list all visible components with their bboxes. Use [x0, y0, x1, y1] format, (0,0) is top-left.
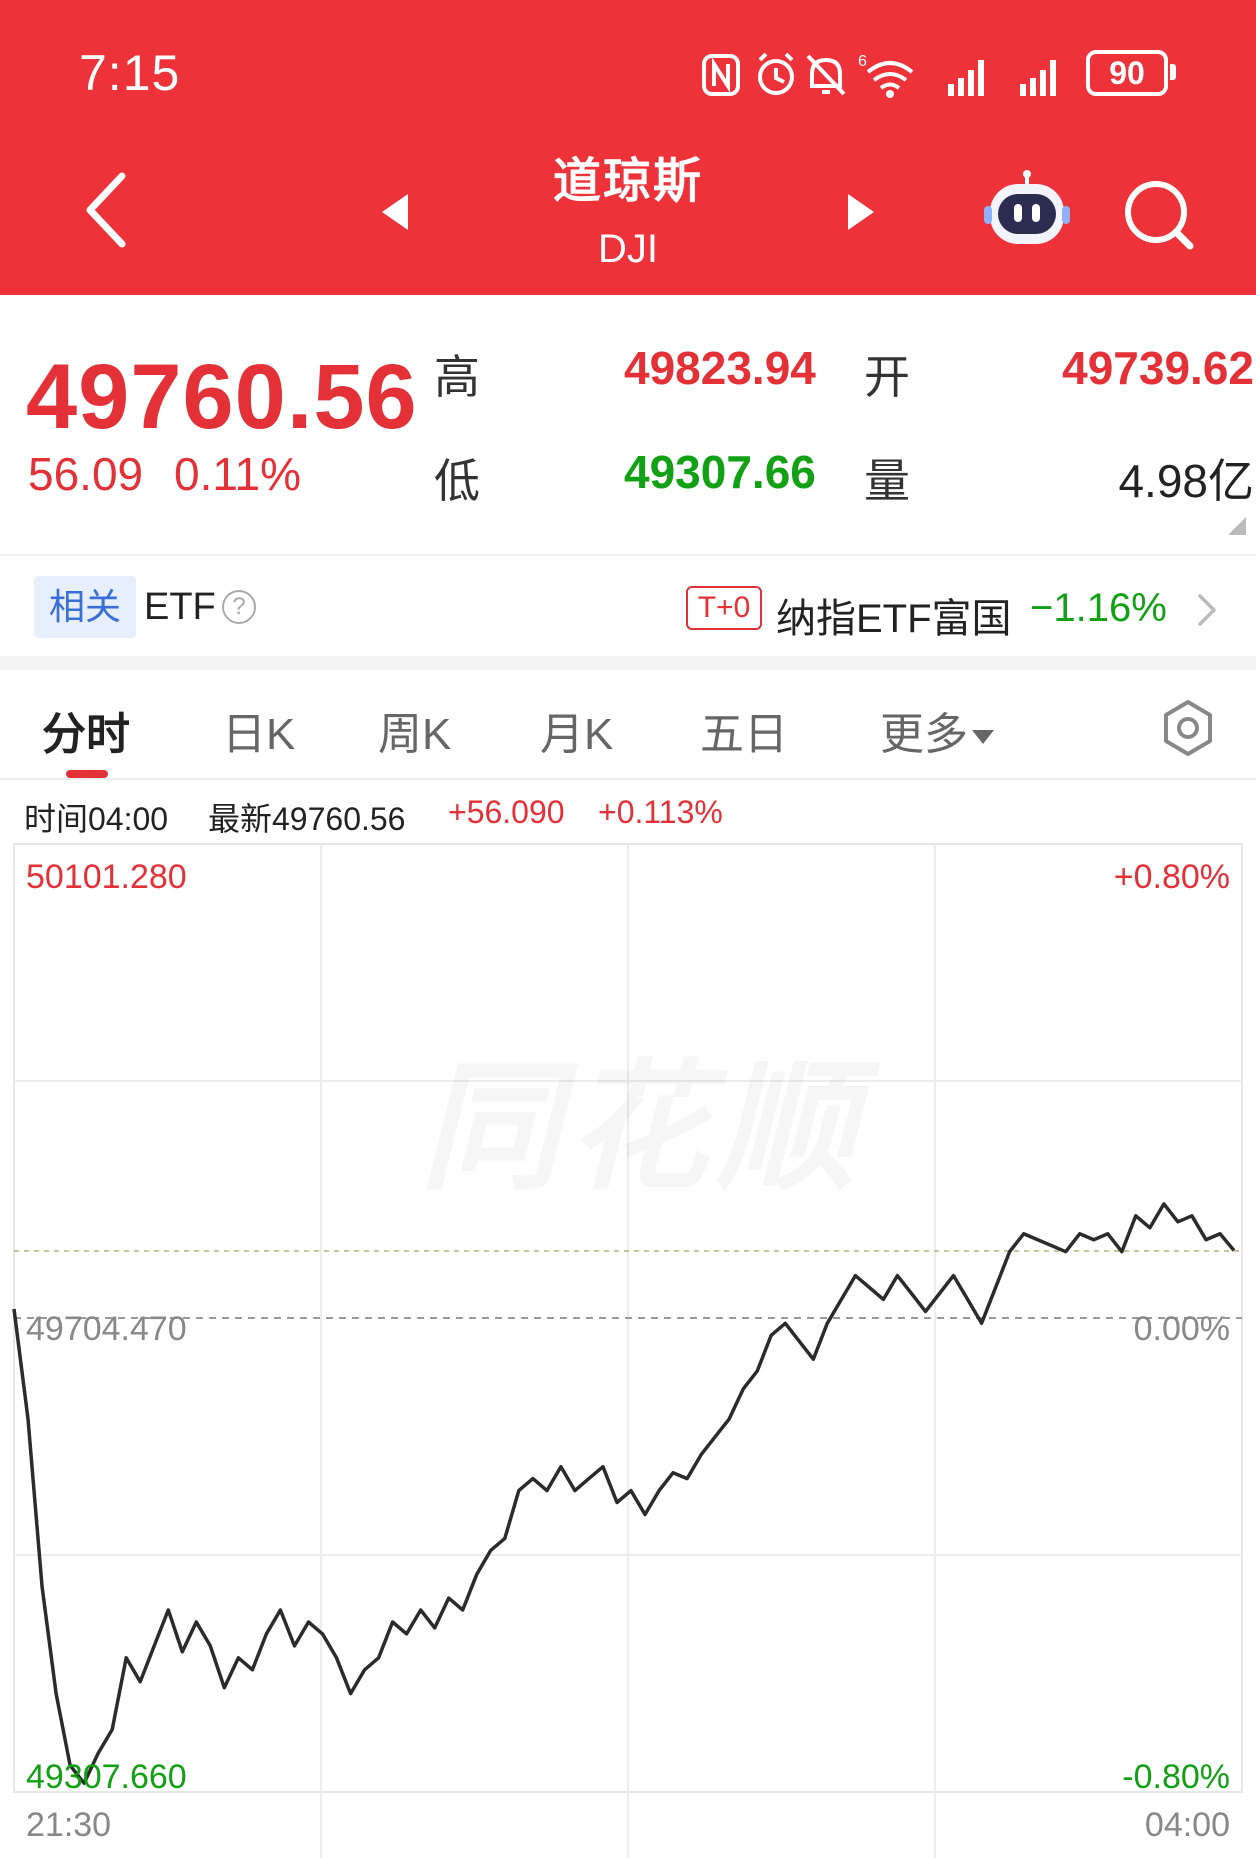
start-time-label: 21:30 — [26, 1806, 112, 1844]
settings-icon[interactable] — [1158, 698, 1218, 758]
info-latest: 最新49760.56 — [208, 801, 406, 837]
etf-change-pct: −1.16% — [1030, 586, 1167, 630]
lower-price-label: 49307.660 — [26, 1758, 187, 1796]
tab-more[interactable]: 更多 — [880, 698, 994, 762]
active-tab-indicator — [66, 770, 108, 778]
watermark: 同花顺 — [420, 1015, 864, 1217]
help-icon[interactable]: ? — [222, 590, 256, 624]
crosshair-info: 时间04:00 最新49760.56 +56.090 +0.113% — [0, 780, 1256, 844]
robot-assistant-icon[interactable] — [984, 170, 1070, 250]
chevron-right-icon[interactable] — [1194, 592, 1220, 628]
lower-pct-label: -0.80% — [1122, 1758, 1230, 1796]
status-glyphs: 6 — [702, 52, 1056, 98]
base-pct-label: 0.00% — [1133, 1310, 1230, 1348]
mute-bell-icon — [806, 54, 846, 96]
etf-label: ETF — [144, 586, 216, 628]
battery-indicator: 90 — [1086, 50, 1168, 96]
related-etf-row[interactable]: 相关 ETF ? T+0 纳指ETF富国 −1.16% — [0, 556, 1256, 656]
info-change: +56.090 — [448, 794, 565, 830]
volume-value: 4.98亿 — [1118, 455, 1254, 507]
wifi-icon — [866, 61, 914, 98]
info-time: 时间04:00 — [24, 801, 169, 837]
tab-intraday[interactable]: 分时 — [42, 698, 130, 762]
app-header: 7:15 6 90 道琼斯 DJI — [0, 0, 1256, 295]
tab-monthly-k[interactable]: 月K — [540, 698, 613, 762]
prev-index-icon[interactable] — [380, 192, 410, 232]
high-value: 49823.94 — [624, 342, 816, 394]
high-label: 高 — [434, 351, 480, 403]
index-code: DJI — [598, 227, 658, 271]
battery-tip — [1170, 64, 1176, 80]
t0-badge: T+0 — [686, 586, 762, 630]
tab-weekly-k[interactable]: 周K — [378, 698, 451, 762]
info-change-pct: +0.113% — [598, 794, 723, 830]
back-arrow-icon[interactable] — [78, 170, 138, 250]
chart-tabs: 分时 日K 周K 月K 五日 更多 — [0, 670, 1256, 780]
etf-name[interactable]: 纳指ETF富国 — [776, 586, 1012, 644]
base-price-label: 49704.470 — [26, 1310, 187, 1348]
caret-down-icon — [972, 730, 994, 745]
volume-label: 量 — [864, 455, 910, 507]
section-gap — [0, 656, 1256, 670]
search-icon[interactable] — [1120, 176, 1200, 256]
related-tag: 相关 — [34, 576, 136, 638]
alarm-icon — [758, 52, 794, 95]
end-time-label: 04:00 — [1144, 1806, 1230, 1844]
price-series-line — [12, 1202, 1236, 1785]
expand-corner-icon[interactable] — [1228, 517, 1246, 535]
next-index-icon[interactable] — [846, 192, 876, 232]
status-icons: 6 90 — [698, 50, 1178, 98]
quote-panel: 49760.56 56.09 0.11% 高 49823.94 开 49739.… — [0, 295, 1256, 555]
open-value: 49739.62 — [1062, 342, 1254, 394]
low-label: 低 — [434, 455, 480, 507]
upper-price-label: 50101.280 — [26, 858, 187, 896]
tab-more-label: 更多 — [880, 710, 968, 759]
intraday-chart[interactable]: 同花顺 50101.280 +0.80% 49704.470 0.00% 493… — [0, 840, 1256, 1858]
wifi-badge: 6 — [858, 53, 867, 70]
page-title: 道琼斯 — [552, 155, 703, 208]
price-change-pct: 0.11% — [174, 448, 302, 500]
nfc-icon — [702, 54, 740, 96]
tab-daily-k[interactable]: 日K — [222, 698, 295, 762]
upper-pct-label: +0.80% — [1113, 858, 1230, 896]
low-value: 49307.66 — [624, 446, 816, 498]
signal-icon-2 — [1020, 60, 1056, 96]
open-label: 开 — [864, 351, 910, 403]
price-change: 56.09 — [28, 448, 144, 500]
chart-canvas — [12, 843, 1243, 1858]
current-price: 49760.56 — [26, 346, 418, 448]
title-block: 道琼斯 DJI — [480, 150, 776, 276]
tab-five-day[interactable]: 五日 — [700, 698, 788, 762]
status-time: 7:15 — [79, 45, 181, 101]
signal-icon-1 — [948, 60, 984, 96]
